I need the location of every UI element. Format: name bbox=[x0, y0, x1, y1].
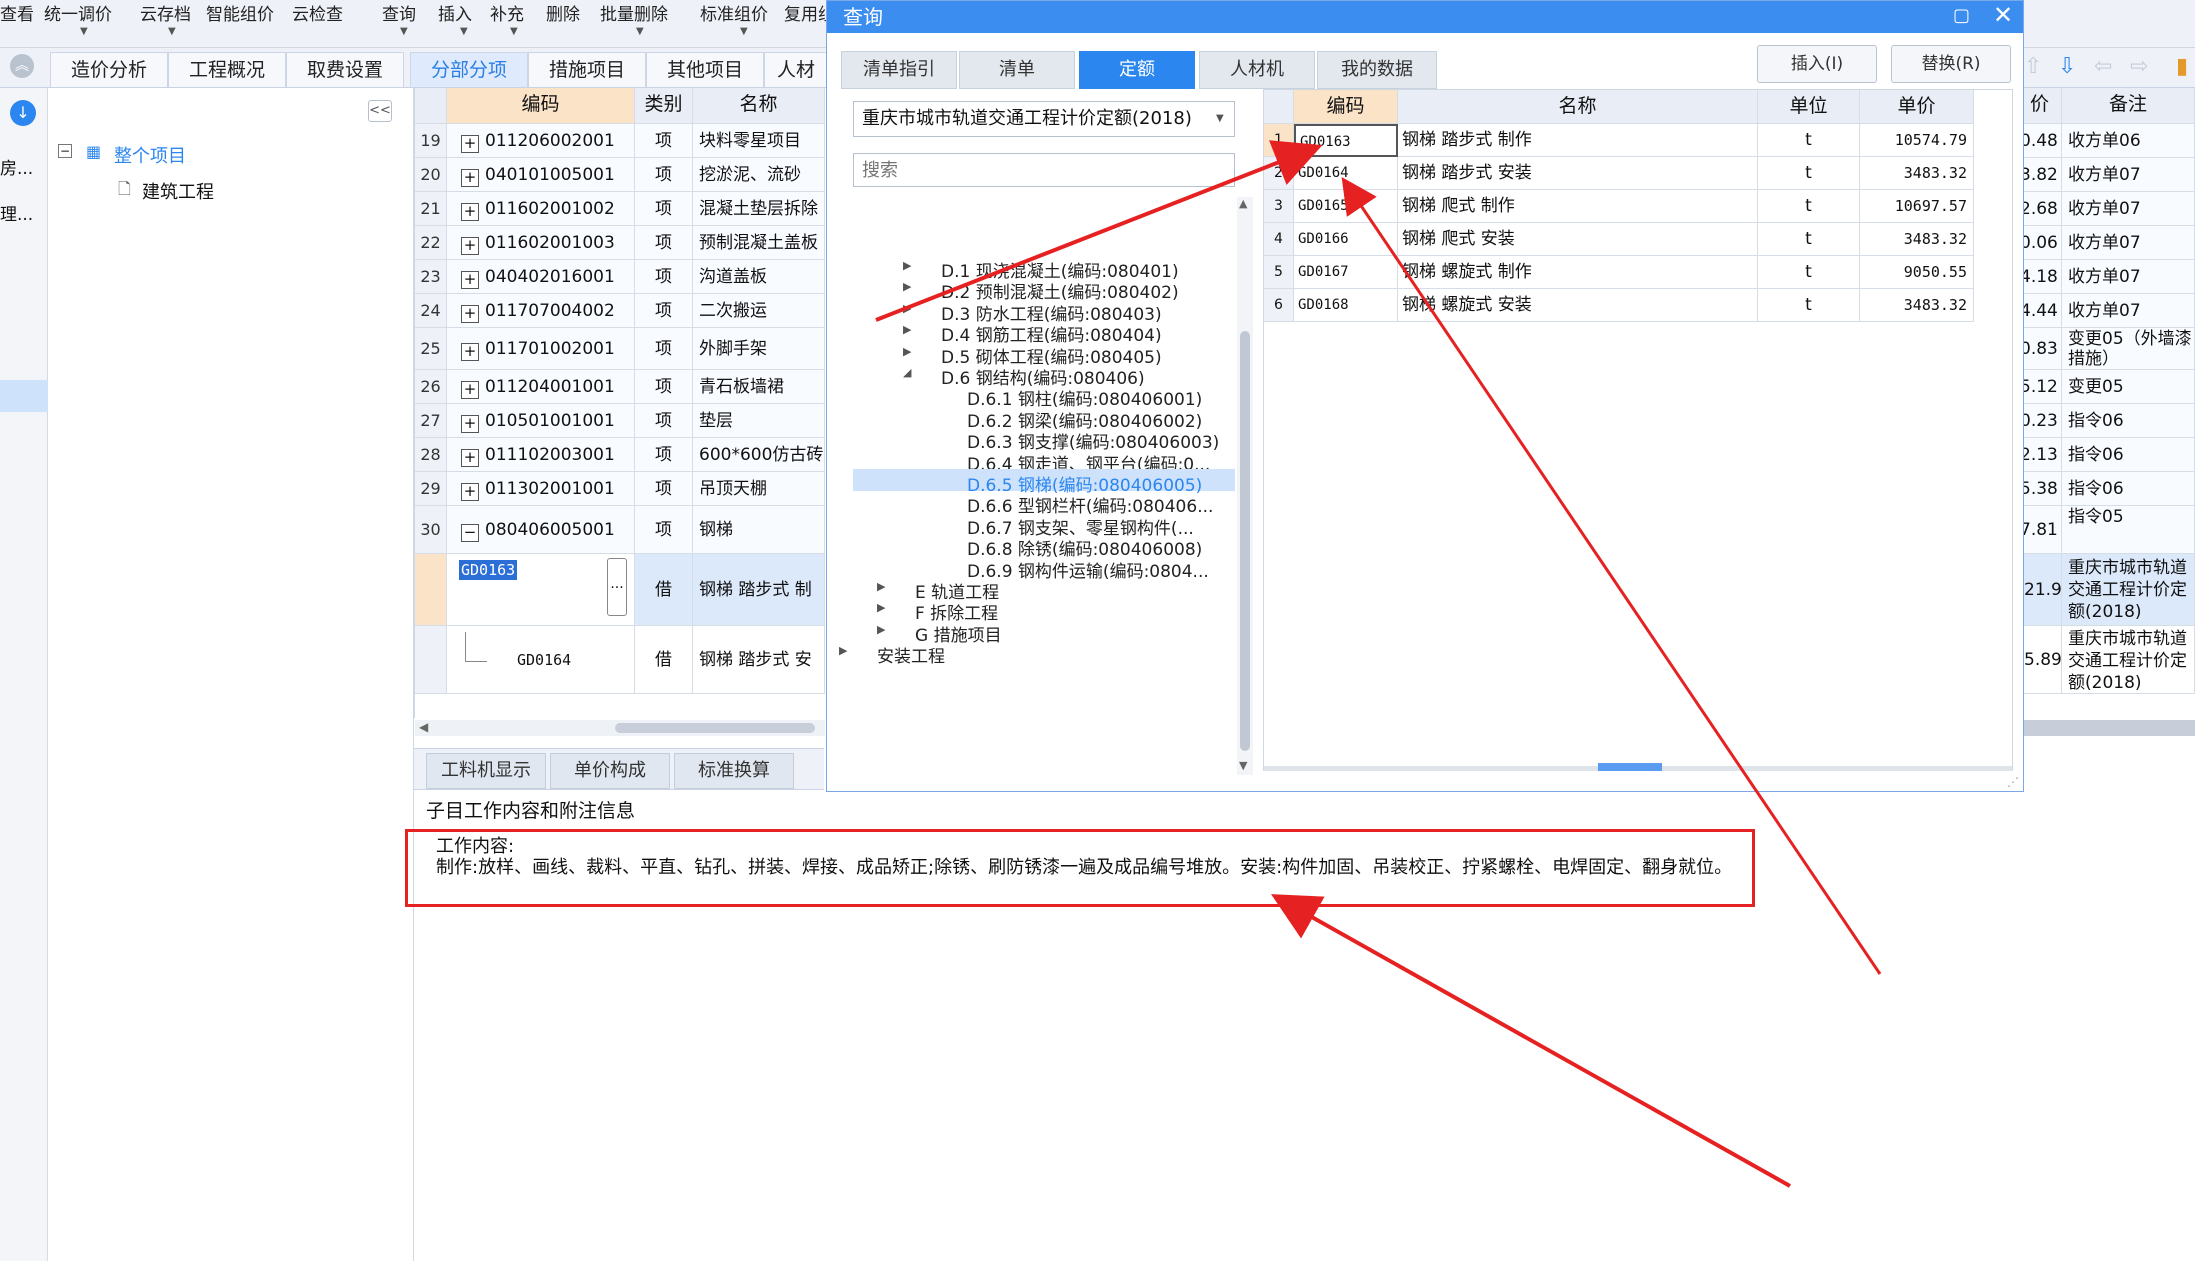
arrow-to-work-content bbox=[1271, 894, 1791, 1188]
arrow-to-gd0163 bbox=[875, 140, 1323, 322]
annotation-arrows bbox=[875, 140, 1882, 1188]
arrow-to-gd0164 bbox=[1341, 177, 1882, 975]
